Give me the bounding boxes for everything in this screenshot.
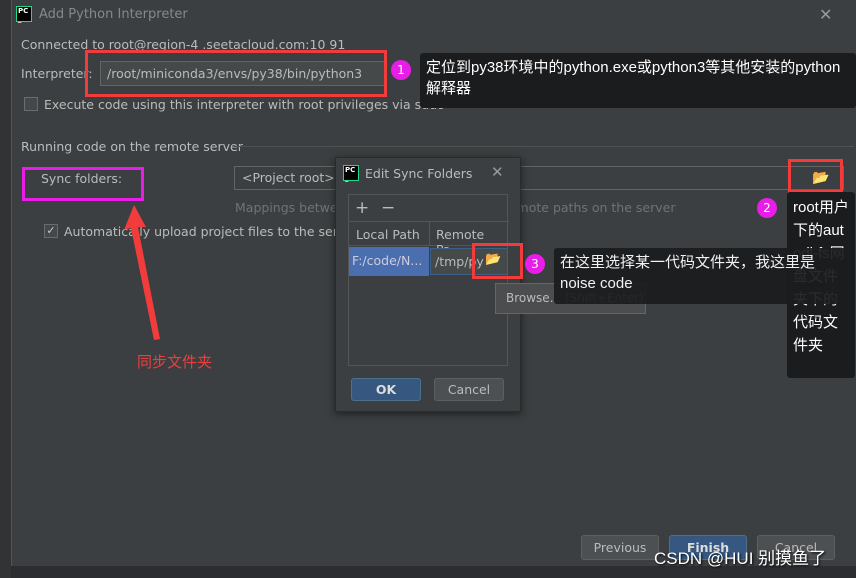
sync-dialog-title: Edit Sync Folders [365,166,473,181]
annotation-arrow [124,205,160,340]
close-icon[interactable]: ✕ [819,5,832,24]
section-title: Running code on the remote server [21,139,243,154]
auto-upload-label: Automatically upload project files to th… [64,224,359,239]
annotation-box-interpreter [85,50,387,97]
divider [234,146,854,147]
annotation-number-3: 3 [525,254,545,274]
sudo-label: Execute code using this interpreter with… [44,97,445,112]
edit-sync-folders-dialog: PC _ Edit Sync Folders ✕ + − Local Path R… [335,157,521,412]
add-icon[interactable]: + [355,198,369,218]
annotation-box-sync-label [22,167,144,201]
annotation-number-1: 1 [391,60,411,80]
annotation-arrow-label: 同步文件夹 [137,354,213,371]
sudo-checkbox[interactable] [24,97,38,111]
sync-folders-value: <Project root>→ [242,170,346,185]
close-icon[interactable]: ✕ [491,163,504,181]
annotation-box-folder [788,159,843,193]
table-row-local[interactable]: F:/code/N... [349,247,429,276]
watermark: CSDN @HUI 别摸鱼了 [654,549,827,568]
annotation-callout-1: 定位到py38环境中的python.exe或python3等其他安装的pytho… [420,53,856,108]
annotation-number-2: 2 [757,198,777,218]
remove-icon[interactable]: − [381,198,395,218]
annotation-callout-3: 在这里选择某一代码文件夹，我这里是noise code [554,248,855,304]
auto-upload-checkbox[interactable]: ✓ [44,224,58,238]
interpreter-label: Interpreter: [21,66,93,81]
ok-button[interactable]: OK [351,378,421,401]
annotation-box-remote-folder [472,243,523,279]
background-ide-strip [0,0,11,578]
sync-folders-field[interactable]: <Project root>→ [234,166,844,190]
sync-cancel-button[interactable]: Cancel [434,378,504,401]
dialog-title: Add Python Interpreter [39,7,188,22]
pycharm-logo-icon: PC _ [16,6,32,23]
previous-button[interactable]: Previous [581,535,659,560]
column-header-local[interactable]: Local Path [356,227,420,242]
sync-table: + − Local Path Remote Pa... F:/code/N...… [348,194,509,366]
pycharm-logo-icon: PC _ [343,165,359,182]
